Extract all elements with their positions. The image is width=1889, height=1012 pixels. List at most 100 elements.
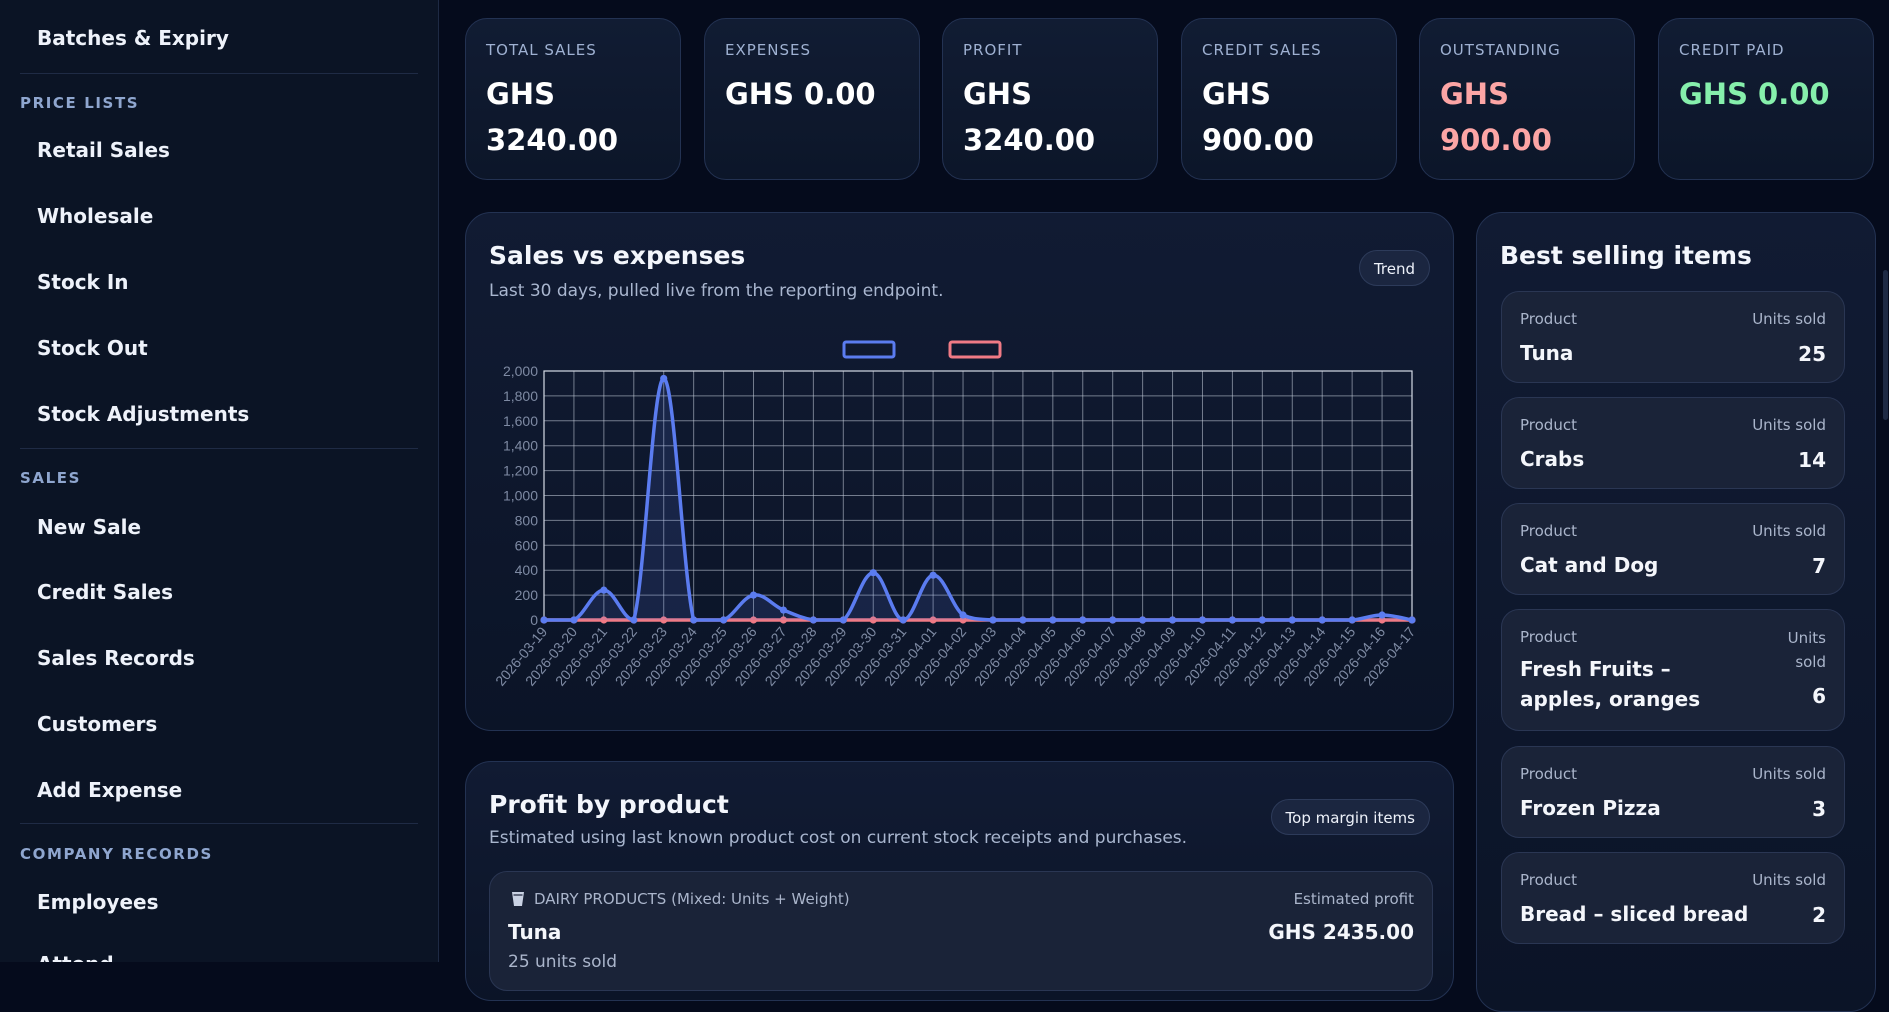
data-point xyxy=(719,616,728,624)
panel-title: Profit by product xyxy=(489,790,729,819)
units-sold-label: Units sold xyxy=(1752,522,1826,540)
data-point xyxy=(869,569,877,577)
stat-value: GHS 0.00 xyxy=(1679,77,1830,111)
y-tick-label: 400 xyxy=(515,562,539,578)
sidebar-item-credit-sales[interactable]: Credit Sales xyxy=(37,580,173,604)
data-point xyxy=(1228,616,1237,624)
product-name: Frozen Pizza xyxy=(1520,796,1661,820)
data-point xyxy=(1019,616,1027,624)
y-tick-label: 600 xyxy=(515,537,539,553)
y-tick-label: 1,200 xyxy=(503,463,538,479)
data-point xyxy=(959,611,967,619)
legend-swatch xyxy=(948,340,1002,359)
data-point xyxy=(570,616,578,624)
sidebar-item-customers[interactable]: Customers xyxy=(37,712,157,736)
data-point xyxy=(1198,616,1207,624)
sidebar-item-wholesale[interactable]: Wholesale xyxy=(37,204,153,228)
data-point xyxy=(1318,616,1326,624)
product-name: Tuna xyxy=(508,920,562,944)
product-category: DAIRY PRODUCTS (Mixed: Units + Weight) xyxy=(534,890,850,908)
best-item-card[interactable]: Product Units sold Cat and Dog 7 xyxy=(1501,503,1845,595)
data-point xyxy=(809,616,817,624)
units-sold-value: 14 xyxy=(1798,448,1826,472)
product-name: Cat and Dog xyxy=(1520,553,1659,577)
profit-by-product-panel: Profit by product Estimated using last k… xyxy=(465,761,1454,1001)
product-label: Product xyxy=(1520,522,1577,540)
y-tick-label: 1,400 xyxy=(503,438,538,454)
stat-label: CREDIT PAID xyxy=(1679,41,1785,59)
units-sold-value: 6 xyxy=(1812,684,1826,708)
panel-title: Best selling items xyxy=(1500,241,1752,270)
stat-card-profit: PROFIT GHS 3240.00 xyxy=(942,18,1158,180)
units-sold: 25 units sold xyxy=(508,952,618,972)
sidebar-section-price-lists: PRICE LISTS xyxy=(20,94,140,112)
best-item-card[interactable]: Product Units sold Frozen Pizza 3 xyxy=(1501,746,1845,838)
units-sold-value: 3 xyxy=(1812,797,1826,821)
product-name: Crabs xyxy=(1520,447,1585,471)
sidebar-item-stock-adjustments[interactable]: Stock Adjustments xyxy=(37,402,249,426)
stat-card-expenses: EXPENSES GHS 0.00 xyxy=(704,18,920,180)
stat-card-total-sales: TOTAL SALES GHS 3240.00 xyxy=(465,18,681,180)
stat-card-credit-paid: CREDIT PAID GHS 0.00 xyxy=(1658,18,1874,180)
profit-value: GHS 2435.00 xyxy=(1268,920,1414,944)
sidebar-item-stock-in[interactable]: Stock In xyxy=(37,270,129,294)
stat-value: GHS 900.00 xyxy=(1202,77,1314,157)
data-point xyxy=(600,586,608,594)
stat-card-credit-sales: CREDIT SALES GHS 900.00 xyxy=(1181,18,1397,180)
stat-value: GHS 900.00 xyxy=(1440,77,1552,157)
sidebar-item-employees[interactable]: Employees xyxy=(37,890,158,914)
data-point xyxy=(989,616,997,624)
stat-card-outstanding: OUTSTANDING GHS 900.00 xyxy=(1419,18,1635,180)
data-point xyxy=(839,616,847,624)
sidebar-divider xyxy=(20,73,418,74)
units-sold-label: Units sold xyxy=(1752,310,1826,328)
data-point xyxy=(1049,616,1057,624)
data-point xyxy=(1168,616,1177,624)
units-sold-label: Units sold xyxy=(1752,416,1826,434)
sidebar-item-retail-sales[interactable]: Retail Sales xyxy=(37,138,170,162)
units-sold-label: Units sold xyxy=(1787,629,1826,671)
best-item-card[interactable]: Product Units sold Bread – sliced bread … xyxy=(1501,852,1845,944)
sidebar-item-batches-expiry[interactable]: Batches & Expiry xyxy=(37,26,229,50)
best-item-card[interactable]: Product Units sold Tuna 25 xyxy=(1501,291,1845,383)
profit-product-card[interactable]: DAIRY PRODUCTS (Mixed: Units + Weight) E… xyxy=(489,871,1433,991)
data-point xyxy=(660,374,668,383)
data-point xyxy=(929,571,937,579)
data-point xyxy=(1139,616,1147,624)
sidebar-divider xyxy=(20,448,418,449)
panel-subtitle: Estimated using last known product cost … xyxy=(489,828,1188,848)
stat-label: TOTAL SALES xyxy=(486,41,597,59)
y-tick-label: 200 xyxy=(515,587,539,603)
legend-swatch xyxy=(842,340,896,359)
sales-expenses-chart: 02004006008001,0001,2001,4001,6001,8002,… xyxy=(492,340,1418,689)
units-sold-label: Units sold xyxy=(1752,871,1826,889)
sidebar-item-stock-out[interactable]: Stock Out xyxy=(37,336,148,360)
top-margin-items-button[interactable]: Top margin items xyxy=(1270,799,1430,835)
data-point xyxy=(1109,616,1117,624)
y-tick-label: 1,000 xyxy=(503,488,538,504)
y-tick-label: 1,800 xyxy=(503,388,538,404)
data-point xyxy=(1408,616,1416,624)
data-point xyxy=(1079,616,1087,624)
stat-value: GHS 0.00 xyxy=(725,77,876,111)
sidebar-section-sales: SALES xyxy=(20,469,82,487)
data-point xyxy=(1288,616,1296,624)
sidebar-divider xyxy=(20,823,418,824)
scrollbar-thumb[interactable] xyxy=(1883,270,1888,420)
sidebar-item-attendance[interactable]: Attend xyxy=(37,952,114,962)
product-label: Product xyxy=(1520,765,1577,783)
sidebar-item-new-sale[interactable]: New Sale xyxy=(37,515,141,539)
data-point xyxy=(690,616,698,624)
best-item-card[interactable]: Product Units sold Crabs 14 xyxy=(1501,397,1845,489)
data-point xyxy=(1348,616,1356,624)
series-area xyxy=(544,378,1412,620)
units-sold-value: 2 xyxy=(1812,903,1826,927)
product-label: Product xyxy=(1520,871,1577,889)
stat-label: PROFIT xyxy=(963,41,1023,59)
best-item-card[interactable]: Product Units sold Fresh Fruits – apples… xyxy=(1501,609,1845,731)
sidebar-item-add-expense[interactable]: Add Expense xyxy=(37,778,182,802)
stat-label: CREDIT SALES xyxy=(1202,41,1322,59)
sidebar-item-sales-records[interactable]: Sales Records xyxy=(37,646,195,670)
best-selling-panel: Best selling items Product Units sold Tu… xyxy=(1476,212,1876,1012)
data-point xyxy=(630,616,638,624)
